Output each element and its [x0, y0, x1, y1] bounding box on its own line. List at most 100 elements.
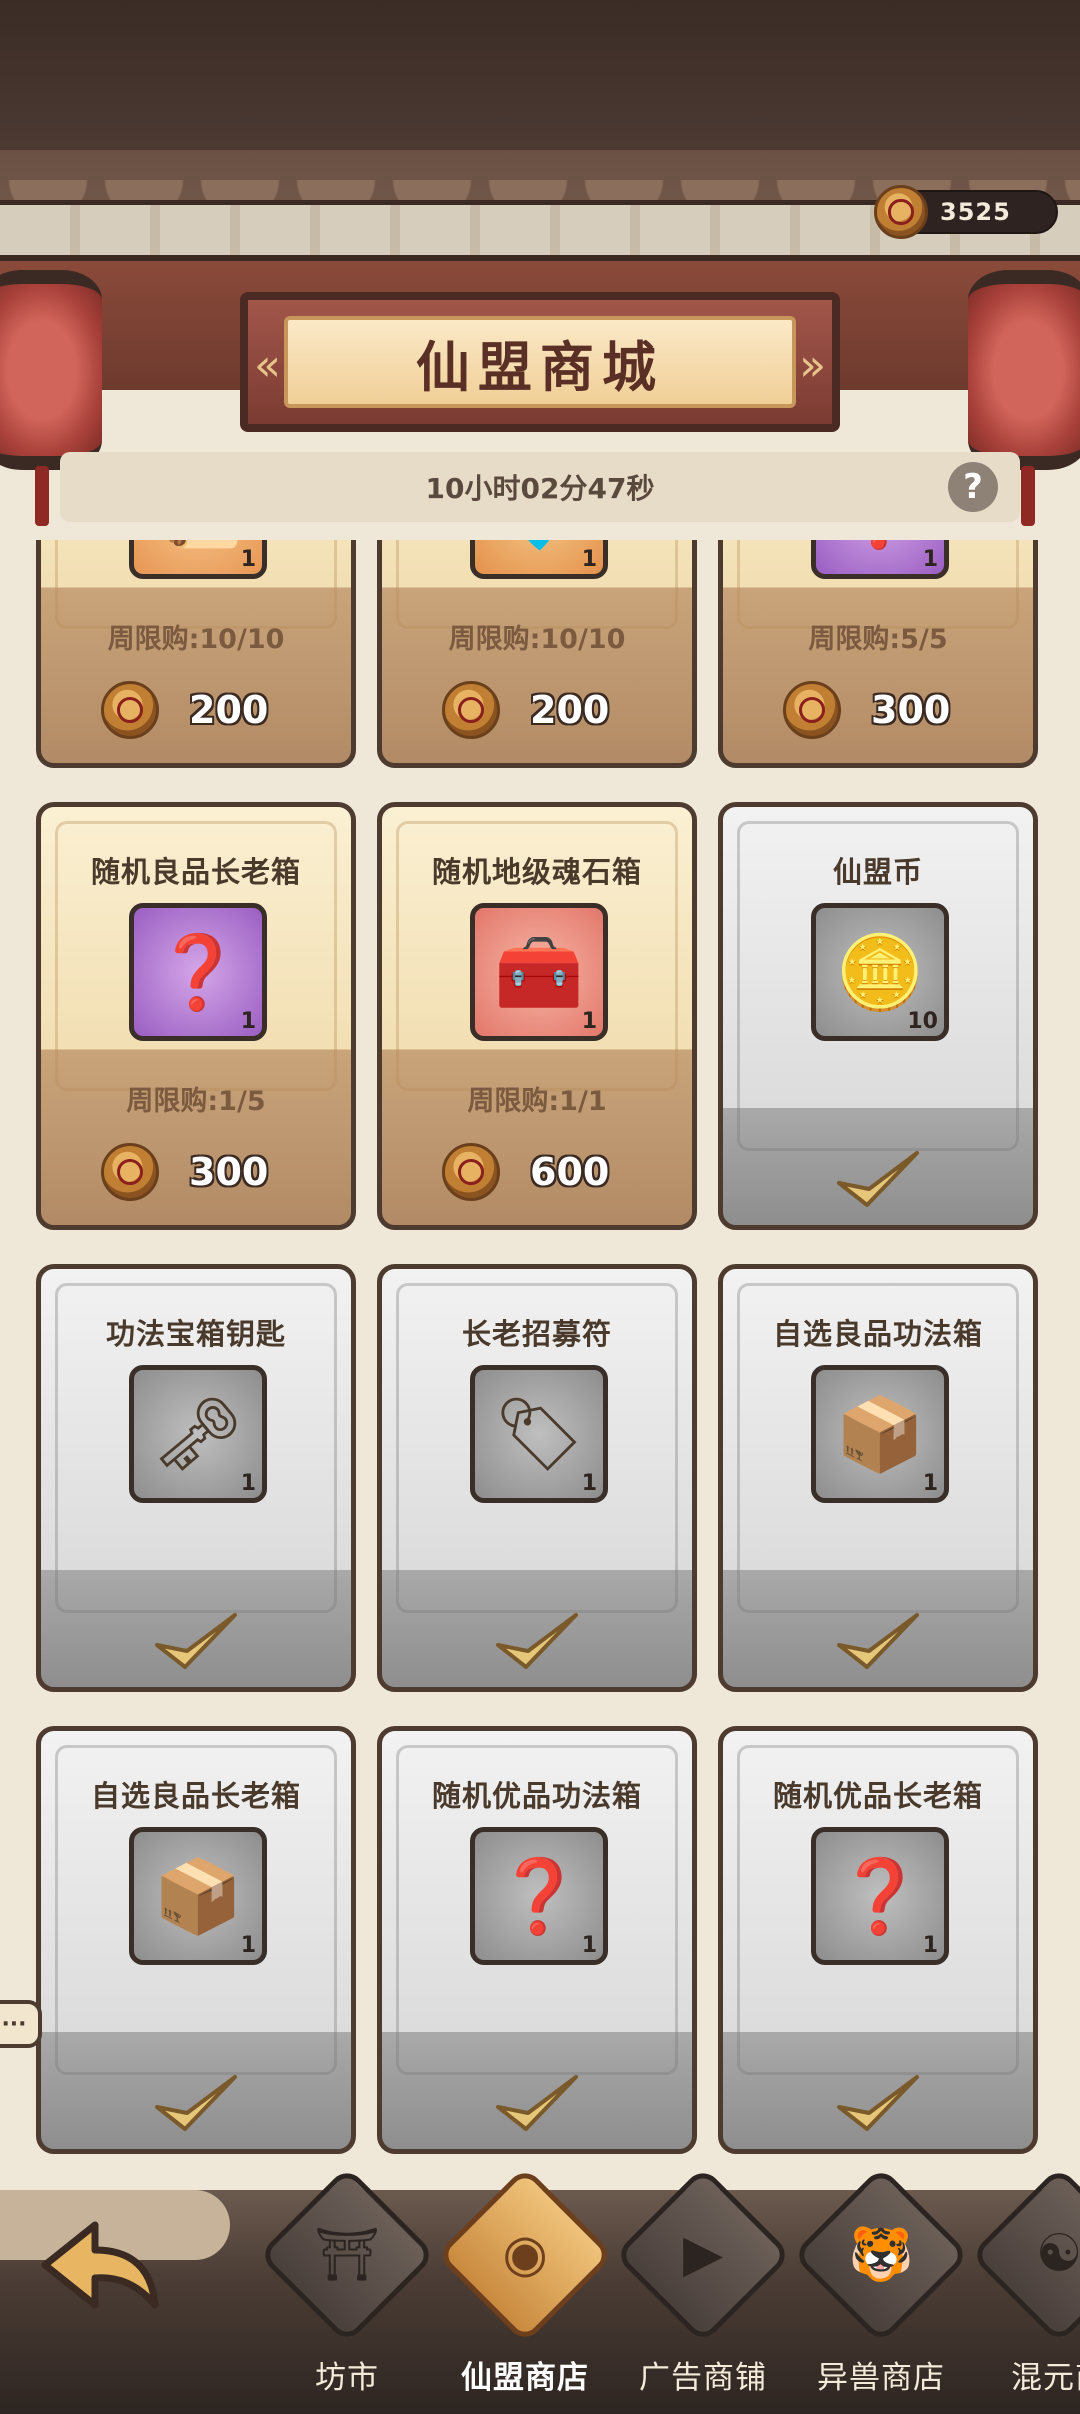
item-quantity: 1 [581, 1009, 597, 1034]
shop-item-card[interactable]: ❓ 1 周限购:5/5 300 [718, 540, 1038, 768]
refresh-timer-bar: 10小时02分47秒 ? [60, 452, 1020, 522]
hunyuan-shop-icon: ☯ [1035, 2224, 1080, 2284]
item-name: 自选良品长老箱 [90, 1779, 301, 1813]
nav-tab[interactable]: ☯ 混元商 [969, 2165, 1080, 2412]
item-name: 长老招募符 [461, 1317, 612, 1351]
alliance-shop-icon: ◉ [502, 2224, 548, 2284]
alliance-coin-icon [442, 681, 500, 739]
lantern-left-icon [0, 270, 102, 526]
recruit-talisman-icon: 🏷 [493, 1392, 585, 1476]
shop-item-card[interactable]: 📜 1 周限购:10/10 200 [36, 540, 356, 768]
item-price: 200 [530, 688, 610, 732]
purchased-check-icon [155, 1613, 237, 1669]
item-icon-frame: 🪙 10 [811, 903, 949, 1041]
item-quantity: 1 [581, 1933, 597, 1958]
back-arrow-icon [41, 2221, 159, 2309]
beast-shop-icon: 🐯 [848, 2225, 914, 2285]
shop-item-card: 自选良品功法箱 📦 1 [718, 1264, 1038, 1692]
item-purchase-limit: 周限购:1/1 [467, 1086, 607, 1117]
nav-tab[interactable]: ◉ 仙盟商店 [435, 2165, 615, 2412]
purchased-check-icon [837, 2075, 919, 2131]
shop-item-card: 随机优品功法箱 ❓ 1 [377, 1726, 697, 2154]
item-icon-frame: 🗝 1 [129, 1365, 267, 1503]
item-quantity: 1 [581, 1471, 597, 1496]
shop-item-card: 仙盟币 🪙 10 [718, 802, 1038, 1230]
item-icon-frame: ❓ 1 [470, 1827, 608, 1965]
alliance-coin-icon: 🪙 [835, 930, 925, 1014]
refresh-timer: 10小时02分47秒 [425, 472, 655, 505]
purchased-check-icon [496, 2075, 578, 2131]
help-icon[interactable]: ? [948, 462, 998, 512]
market-icon: ⛩ [313, 2225, 380, 2285]
mystery-chest-icon: ❓ [153, 930, 243, 1014]
item-icon-frame: 🏷 1 [470, 1365, 608, 1503]
item-price: 300 [871, 688, 951, 732]
item-icon-frame: ❓ 1 [811, 540, 949, 579]
item-name: 功法宝箱钥匙 [105, 1317, 286, 1351]
item-quantity: 10 [907, 1009, 938, 1034]
purchased-check-icon [837, 1613, 919, 1669]
shop-item-card: 长老招募符 🏷 1 [377, 1264, 697, 1692]
item-price-button[interactable]: 300 [101, 1143, 268, 1201]
item-price-button[interactable]: 200 [101, 681, 268, 739]
ad-shop-icon: ▶ [683, 2224, 723, 2284]
item-quantity: 1 [240, 1471, 256, 1496]
item-quantity: 1 [240, 547, 256, 572]
key-icon: 🗝 [152, 1392, 244, 1476]
item-price: 300 [189, 1150, 269, 1194]
item-quantity: 1 [581, 547, 597, 572]
mystery-chest-icon: ❓ [835, 1854, 925, 1938]
page-title: 仙盟商城 [416, 335, 664, 399]
currency-amount: 3525 [940, 198, 1011, 226]
item-icon-frame: 💠 1 [470, 540, 608, 579]
item-quantity: 1 [240, 1933, 256, 1958]
item-icon-frame: ❓ 1 [811, 1827, 949, 1965]
plaque-ornament-left-icon: « [254, 340, 281, 391]
shop-item-card[interactable]: 随机地级魂石箱 🧰 1 周限购:1/1 600 [377, 802, 697, 1230]
shop-grid-viewport[interactable]: 📜 1 周限购:10/10 200 💠 1 周限购:10/10 200 ❓ [0, 540, 1080, 2190]
item-icon-frame: 🧰 1 [470, 903, 608, 1041]
item-icon-frame: 📦 1 [129, 1827, 267, 1965]
nav-tab-label: 混元商 [1011, 2360, 1080, 2396]
scroll-item-icon: 📜 [153, 540, 243, 546]
item-icon-frame: 📦 1 [811, 1365, 949, 1503]
shop-item-card: 功法宝箱钥匙 🗝 1 [36, 1264, 356, 1692]
item-name: 自选良品功法箱 [772, 1317, 983, 1351]
item-price-button[interactable]: 600 [442, 1143, 609, 1201]
mystery-chest-icon: ❓ [494, 1854, 584, 1938]
shop-item-card[interactable]: 💠 1 周限购:10/10 200 [377, 540, 697, 768]
item-purchase-limit: 周限购:1/5 [126, 1086, 266, 1117]
alliance-coin-icon [101, 1143, 159, 1201]
item-name: 仙盟币 [832, 855, 923, 889]
plaque-ornament-right-icon: » [799, 340, 826, 391]
shop-item-card[interactable]: 随机良品长老箱 ❓ 1 周限购:1/5 300 [36, 802, 356, 1230]
nav-tab-label: 异兽商店 [817, 2360, 945, 2396]
item-name: 随机地级魂石箱 [431, 855, 642, 889]
soul-stone-chest-icon: 🧰 [494, 930, 584, 1014]
alliance-coin-icon [101, 681, 159, 739]
lantern-right-icon [968, 270, 1080, 526]
purchased-check-icon [496, 1613, 578, 1669]
alliance-coin-icon [442, 1143, 500, 1201]
item-icon-frame: 📜 1 [129, 540, 267, 579]
alliance-currency-display: 3525 [874, 185, 1058, 239]
chat-icon[interactable]: ··· [0, 2000, 42, 2048]
nav-tab[interactable]: ⛩ 坊市 [257, 2165, 437, 2412]
nav-tab[interactable]: 🐯 异兽商店 [791, 2165, 971, 2412]
nav-tab-label: 坊市 [315, 2360, 379, 2396]
alliance-coin-icon [783, 681, 841, 739]
shop-item-card: 自选良品长老箱 📦 1 [36, 1726, 356, 2154]
item-purchase-limit: 周限购:10/10 [107, 624, 285, 655]
item-price-button[interactable]: 300 [783, 681, 950, 739]
item-purchase-limit: 周限购:5/5 [808, 624, 948, 655]
item-price-button[interactable]: 200 [442, 681, 609, 739]
purchased-check-icon [837, 1151, 919, 1207]
shop-item-card: 随机优品长老箱 ❓ 1 [718, 1726, 1038, 2154]
mystery-chest-icon: ❓ [835, 540, 925, 546]
item-quantity: 1 [922, 547, 938, 572]
elder-chest-icon: 📦 [153, 1854, 243, 1938]
item-name: 随机优品功法箱 [431, 1779, 642, 1813]
back-button[interactable] [30, 2205, 170, 2335]
spirit-stone-icon: 💠 [494, 540, 584, 546]
nav-tab[interactable]: ▶ 广告商铺 [613, 2165, 793, 2412]
